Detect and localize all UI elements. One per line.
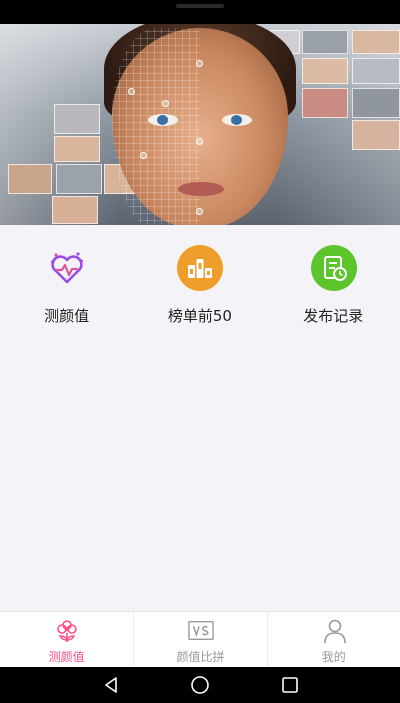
scan-point: [162, 100, 169, 107]
scan-point: [196, 60, 203, 67]
bottom-tab-bar: 测颜值 颜值比拼 我的: [0, 611, 400, 667]
menu-item-posts[interactable]: 发布记录: [267, 225, 400, 335]
flower-icon: [54, 618, 80, 644]
banner-tile: [302, 30, 348, 54]
menu-item-test-score[interactable]: 测颜值: [0, 225, 133, 335]
tab-test-score[interactable]: 测颜值: [0, 612, 133, 667]
home-circle-icon[interactable]: [187, 673, 213, 697]
banner-tile: [54, 136, 100, 162]
recent-square-icon[interactable]: [277, 673, 303, 697]
face-scan-mesh: [112, 28, 200, 225]
banner-tile: [56, 164, 102, 194]
menu-item-label: 榜单前50: [167, 307, 232, 325]
back-triangle-icon[interactable]: [98, 673, 124, 697]
tab-label: 测颜值: [48, 650, 85, 664]
ranking-podium-icon: [177, 245, 224, 291]
tab-label: 我的: [321, 650, 346, 664]
menu-item-label: 发布记录: [303, 307, 364, 325]
banner-tile: [8, 164, 52, 194]
right-eye: [222, 114, 252, 126]
menu-item-top50[interactable]: 榜单前50: [133, 225, 266, 335]
scan-point: [128, 88, 135, 95]
left-eye: [148, 114, 178, 126]
lips: [178, 182, 224, 196]
banner-tile: [302, 88, 348, 118]
status-bar: [0, 0, 400, 24]
tab-label: 颜值比拼: [176, 650, 225, 664]
banner-tile: [54, 104, 100, 134]
heart-pulse-icon: [44, 245, 90, 291]
banner-tile: [302, 58, 348, 84]
document-clock-icon: [310, 245, 357, 291]
scan-point: [140, 152, 147, 159]
system-nav-bar: [0, 667, 400, 703]
vs-icon: [188, 618, 215, 644]
status-notch: [176, 4, 224, 8]
banner-tile: [352, 120, 400, 150]
banner-tile: [352, 58, 400, 84]
person-icon: [322, 618, 348, 644]
scan-point: [196, 138, 203, 145]
hero-banner[interactable]: [0, 24, 400, 225]
tab-score-battle[interactable]: 颜值比拼: [133, 612, 266, 667]
scan-point: [196, 208, 203, 215]
banner-tile: [352, 30, 400, 54]
menu-item-label: 测颜值: [44, 307, 90, 325]
banner-tile: [52, 196, 98, 224]
banner-tile: [352, 88, 400, 118]
tab-mine[interactable]: 我的: [266, 612, 400, 667]
feature-menu: 测颜值 榜单前50 发布记录: [0, 225, 400, 335]
main-content: 测颜值 榜单前50 发布记录: [0, 225, 400, 611]
